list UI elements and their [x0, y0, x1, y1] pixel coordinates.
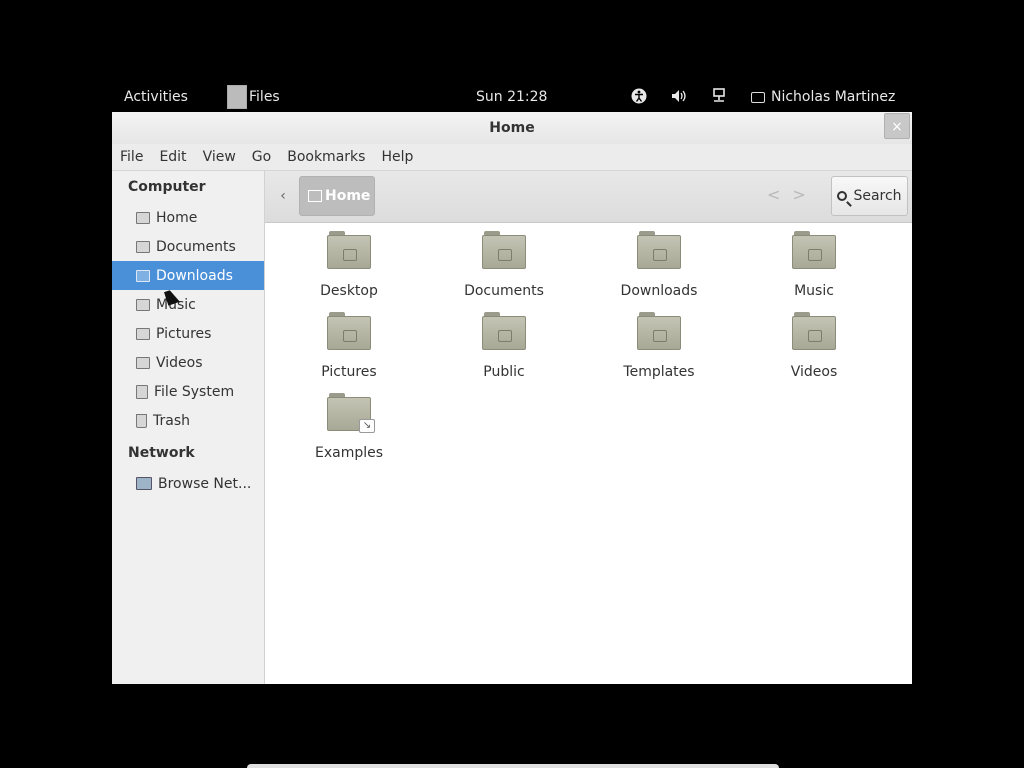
files-app-icon	[227, 85, 247, 109]
search-label: Search	[853, 188, 902, 204]
files-window: Home × File Edit View Go Bookmarks Help …	[112, 112, 912, 684]
sidebar-item-label: Home	[156, 209, 198, 226]
sidebar-item-documents[interactable]: Documents	[112, 232, 264, 261]
sidebar-item-label: Videos	[156, 354, 203, 371]
music-folder-icon	[136, 298, 150, 311]
close-icon: ×	[891, 119, 903, 135]
file-item-pictures[interactable]: Pictures	[289, 312, 409, 380]
accessibility-icon[interactable]	[630, 87, 648, 105]
home-icon	[308, 190, 322, 202]
downloads-folder-icon	[136, 269, 150, 282]
sidebar-item-label: Pictures	[156, 325, 212, 342]
toolbar: ‹ Home < > Search	[265, 171, 912, 223]
sidebar-item-label: Browse Net...	[158, 475, 252, 492]
examples-link-folder-icon: ↘	[327, 393, 375, 433]
path-home-button[interactable]: Home	[299, 176, 375, 216]
pictures-folder-icon	[136, 327, 150, 340]
menu-file[interactable]: File	[120, 149, 143, 165]
sidebar-item-label: Documents	[156, 238, 236, 255]
file-label: Desktop	[320, 283, 378, 299]
sidebar-item-videos[interactable]: Videos	[112, 348, 264, 377]
search-icon	[837, 191, 848, 201]
home-folder-icon	[136, 211, 150, 224]
menu-bookmarks[interactable]: Bookmarks	[287, 149, 365, 165]
file-label: Public	[483, 364, 525, 380]
user-name: Nicholas Martinez	[771, 89, 896, 105]
file-item-documents[interactable]: Documents	[444, 231, 564, 299]
music-folder-icon	[792, 231, 836, 269]
file-label: Pictures	[321, 364, 377, 380]
file-view: ‹ Home < > Search Desktop Documents Down…	[265, 171, 912, 684]
menu-view[interactable]: View	[203, 149, 236, 165]
file-label: Examples	[314, 445, 384, 461]
menu-edit[interactable]: Edit	[159, 149, 186, 165]
menu-bar: File Edit View Go Bookmarks Help	[112, 144, 912, 171]
file-label: Videos	[790, 364, 838, 380]
volume-icon[interactable]	[670, 87, 688, 105]
documents-folder-icon	[482, 231, 526, 269]
sidebar-item-downloads[interactable]: Downloads	[112, 261, 264, 290]
content-area: Computer Home Documents Downloads Music …	[112, 171, 912, 684]
file-item-public[interactable]: Public	[444, 312, 564, 380]
file-item-examples[interactable]: ↘ Examples	[289, 393, 409, 461]
templates-folder-icon	[637, 312, 681, 350]
search-button[interactable]: Search	[831, 176, 908, 216]
app-name: Files	[249, 89, 280, 105]
sidebar-item-label: Trash	[153, 412, 190, 429]
file-label: Downloads	[620, 283, 698, 299]
activities-button[interactable]: Activities	[124, 89, 188, 105]
file-label: Documents	[464, 283, 544, 299]
network-icon[interactable]	[710, 87, 728, 105]
sidebar-item-music[interactable]: Music	[112, 290, 264, 319]
drive-icon	[136, 384, 148, 399]
nav-arrows: < >	[767, 185, 806, 204]
sidebar-item-browse-network[interactable]: Browse Net...	[112, 469, 264, 498]
file-item-templates[interactable]: Templates	[599, 312, 719, 380]
videos-folder-icon	[136, 356, 150, 369]
network-browse-icon	[136, 477, 152, 490]
app-menu-files[interactable]: Files	[227, 85, 280, 109]
close-button[interactable]: ×	[884, 113, 910, 139]
sidebar-header-network: Network	[128, 445, 195, 461]
back-arrow-icon[interactable]: <	[767, 185, 780, 204]
status-icons	[630, 87, 728, 105]
downloads-folder-icon	[637, 231, 681, 269]
bottom-panel-edge	[247, 764, 779, 768]
user-menu[interactable]: Nicholas Martinez	[751, 89, 895, 105]
sidebar: Computer Home Documents Downloads Music …	[112, 171, 265, 684]
forward-arrow-icon[interactable]: >	[792, 185, 805, 204]
desktop-folder-icon	[327, 231, 371, 269]
file-item-downloads[interactable]: Downloads	[599, 231, 719, 299]
sidebar-item-label: File System	[154, 383, 235, 400]
file-item-videos[interactable]: Videos	[754, 312, 874, 380]
window-title: Home	[489, 120, 535, 136]
path-label: Home	[325, 188, 371, 204]
videos-folder-icon	[792, 312, 836, 350]
sidebar-item-trash[interactable]: Trash	[112, 406, 264, 435]
chat-status-icon	[751, 91, 765, 103]
top-bar: Activities Files Sun 21:28 Nicholas Mart…	[0, 82, 1024, 112]
path-scroll-left-button[interactable]: ‹	[271, 176, 295, 216]
sidebar-item-label: Downloads	[156, 267, 233, 284]
symlink-arrow-icon: ↘	[359, 419, 375, 433]
file-item-desktop[interactable]: Desktop	[289, 231, 409, 299]
file-item-music[interactable]: Music	[754, 231, 874, 299]
documents-folder-icon	[136, 240, 150, 253]
sidebar-item-home[interactable]: Home	[112, 203, 264, 232]
clock[interactable]: Sun 21:28	[476, 89, 547, 105]
menu-go[interactable]: Go	[252, 149, 271, 165]
public-folder-icon	[482, 312, 526, 350]
sidebar-header-computer: Computer	[128, 179, 206, 195]
file-label: Music	[794, 283, 834, 299]
sidebar-item-pictures[interactable]: Pictures	[112, 319, 264, 348]
file-label: Templates	[623, 364, 695, 380]
pictures-folder-icon	[327, 312, 371, 350]
title-bar[interactable]: Home ×	[112, 112, 912, 144]
sidebar-item-file-system[interactable]: File System	[112, 377, 264, 406]
menu-help[interactable]: Help	[381, 149, 413, 165]
trash-icon	[136, 413, 147, 428]
